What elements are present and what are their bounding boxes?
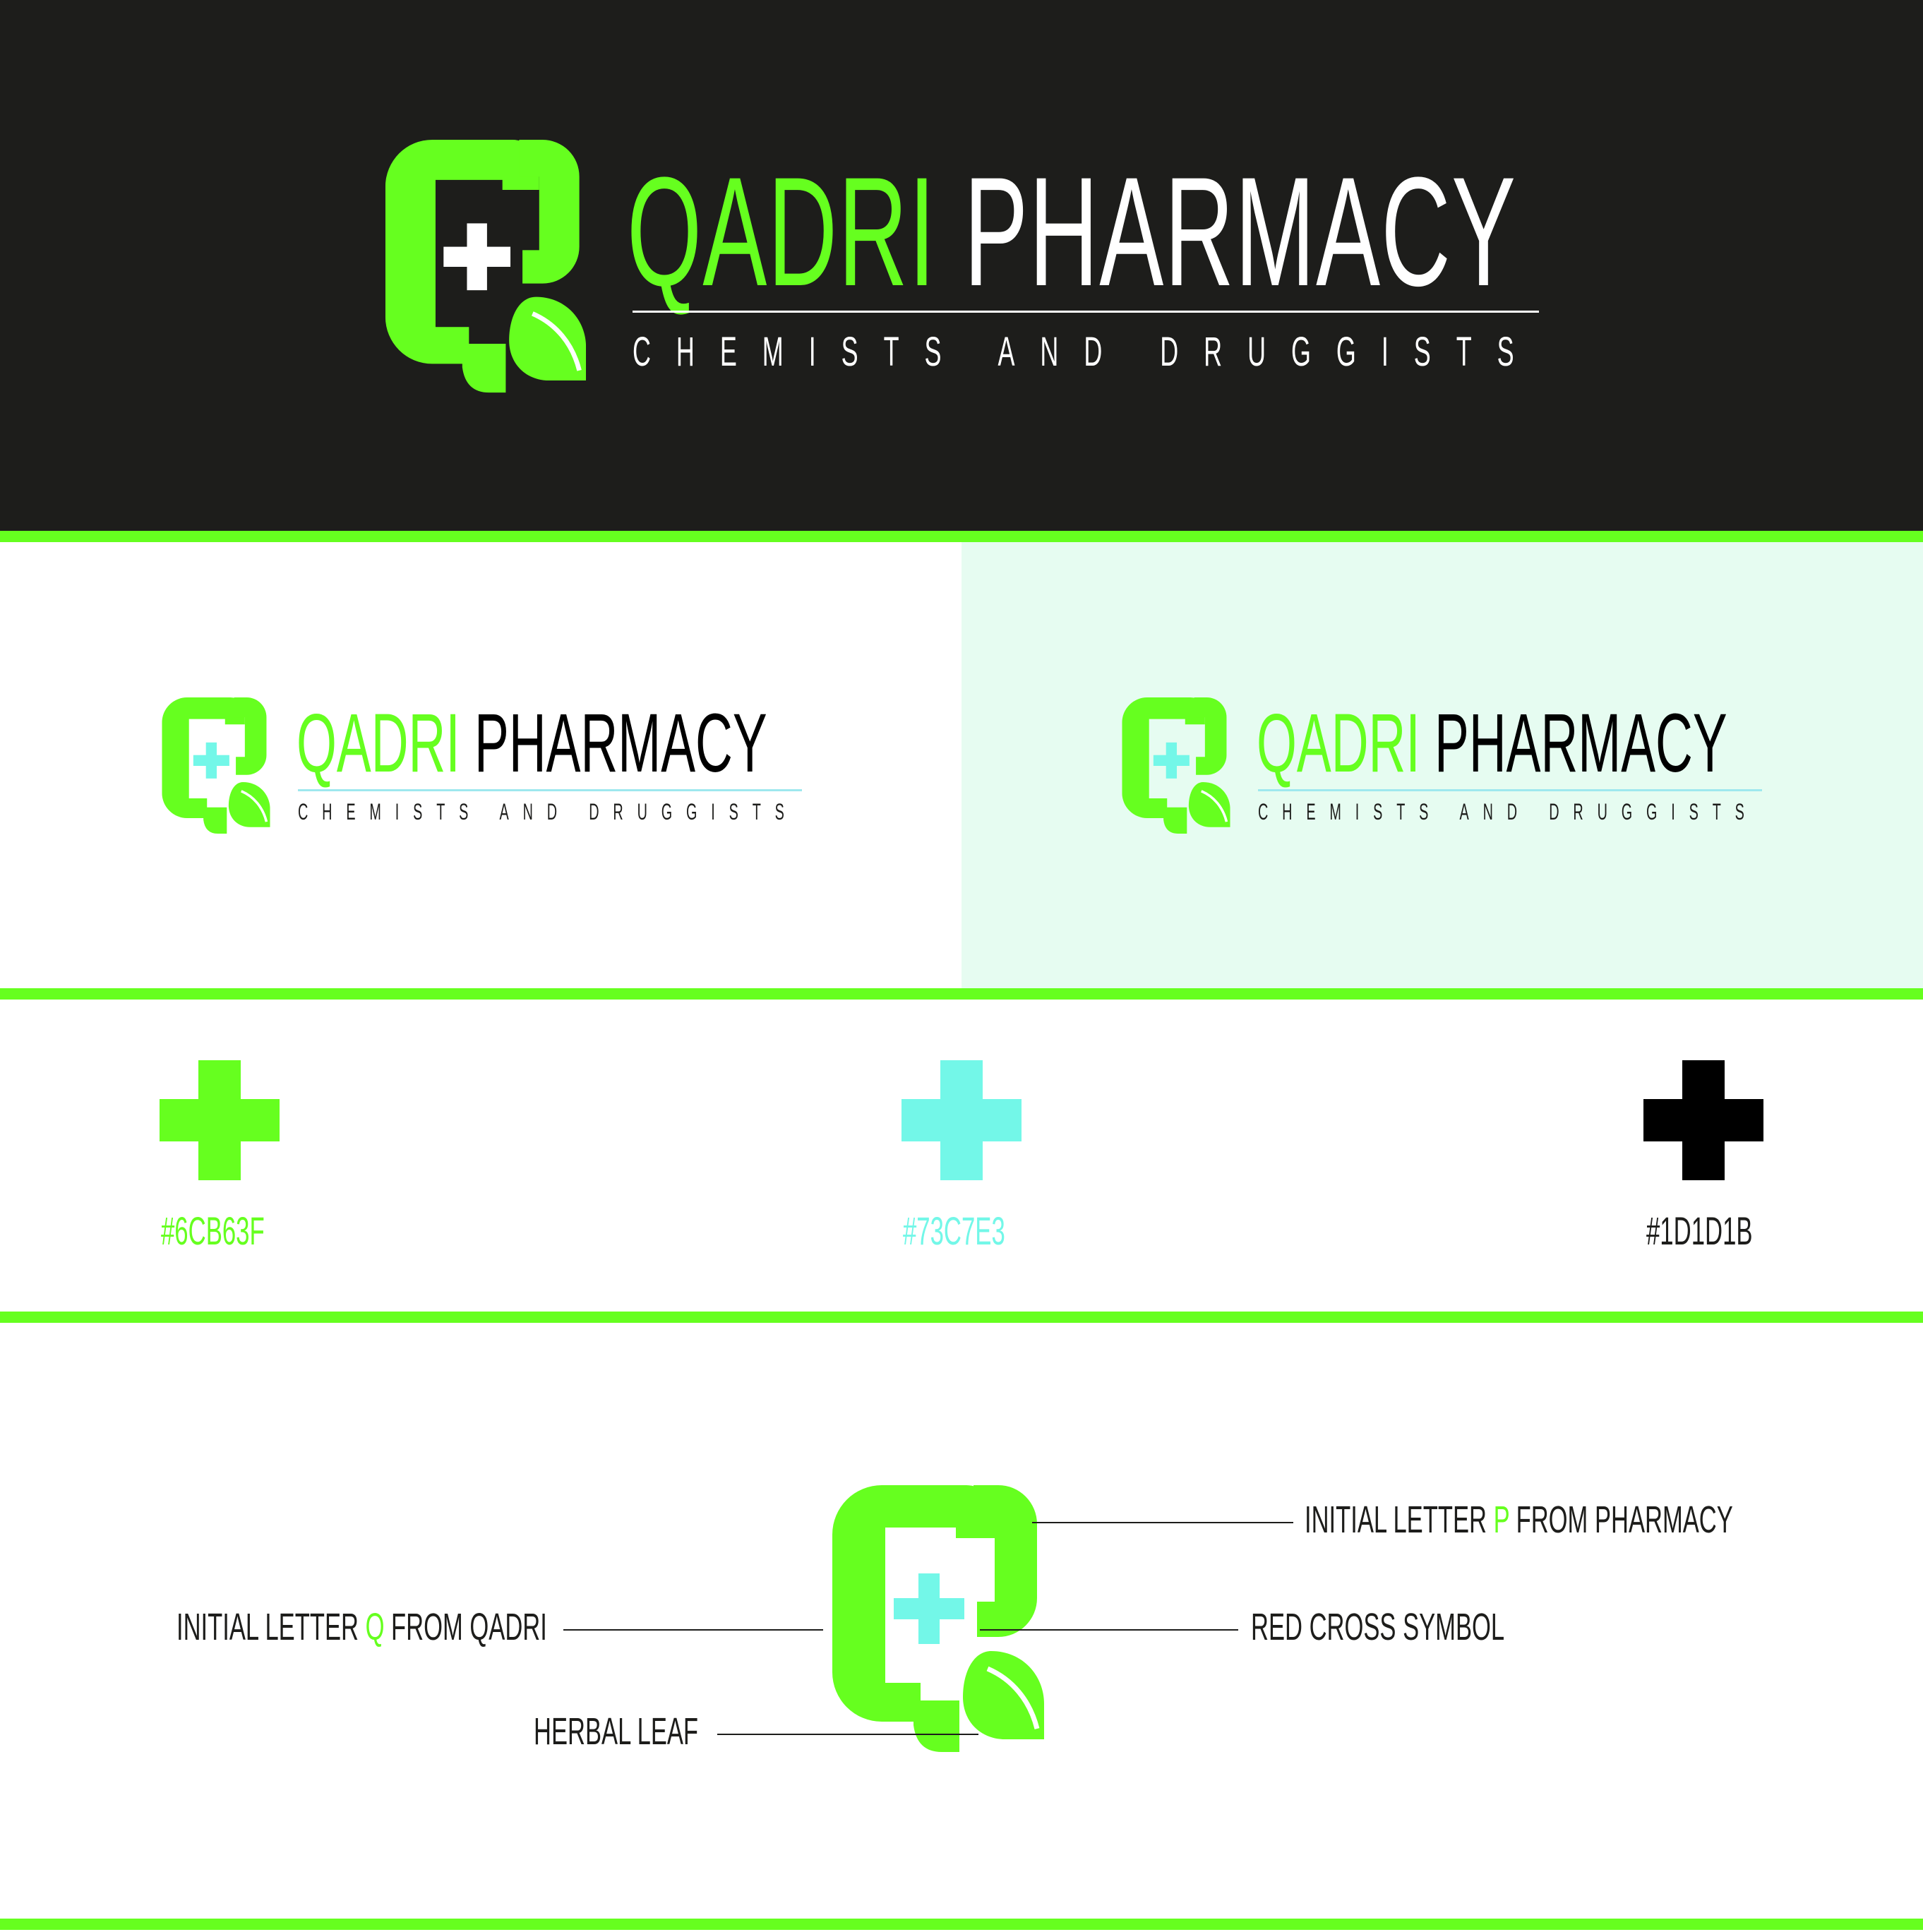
variant-tagline: CHEMISTS AND DRUGGISTS — [298, 799, 798, 824]
brand-name-part1: QADRI — [1257, 697, 1420, 790]
hero-divider — [633, 311, 1539, 313]
separator-bar — [0, 988, 1923, 1000]
brand-name-part2: PHARMACY — [964, 145, 1517, 318]
annotation-q-letter: INITIAL LETTER Q FROM QADRI — [176, 1606, 547, 1648]
annotation-p-letter: INITIAL LETTER P FROM PHARMACY — [1305, 1499, 1733, 1541]
logo-mark-icon — [827, 1485, 1049, 1753]
leader-line — [1032, 1522, 1293, 1523]
separator-bar — [0, 531, 1923, 542]
variant-divider — [298, 789, 802, 791]
annotation-leaf: HERBAL LEAF — [534, 1710, 699, 1753]
separator-bar — [0, 1312, 1923, 1323]
leader-line — [563, 1629, 823, 1631]
variant-tagline: CHEMISTS AND DRUGGISTS — [1258, 799, 1759, 824]
brand-name-part2: PHARMACY — [1434, 697, 1727, 790]
logo-mark-icon — [1120, 697, 1233, 834]
annotation-cross: RED CROSS SYMBOL — [1251, 1606, 1505, 1648]
hero-tagline: CHEMISTS AND DRUGGISTS — [633, 329, 1540, 375]
hero-banner: QADRI PHARMACY CHEMISTS AND DRUGGISTS — [0, 0, 1923, 531]
variant-brand-name: QADRI PHARMACY — [1257, 702, 1727, 785]
plus-icon — [901, 1060, 1022, 1180]
leader-line — [980, 1629, 1238, 1631]
brand-name-part1: QADRI — [296, 697, 460, 790]
logo-construction: INITIAL LETTER P FROM PHARMACY INITIAL L… — [0, 1323, 1923, 1919]
variant-brand-name: QADRI PHARMACY — [296, 702, 767, 785]
leader-line — [717, 1734, 978, 1735]
logo-variant-mint: QADRI PHARMACY CHEMISTS AND DRUGGISTS — [962, 542, 1923, 988]
swatch-hex-label: #1D1D1B — [1646, 1208, 1753, 1253]
brand-name-part2: PHARMACY — [474, 697, 767, 790]
logo-mark-icon — [380, 140, 592, 394]
swatch-hex-label: #6CB63F — [161, 1208, 265, 1253]
plus-icon — [160, 1060, 280, 1180]
separator-bar — [0, 1919, 1923, 1930]
logo-mark-icon — [160, 697, 272, 834]
variant-divider — [1258, 789, 1762, 791]
color-palette: #6CB63F #73C7E3 #1D1D1B — [0, 1000, 1923, 1312]
swatch-hex-label: #73C7E3 — [903, 1208, 1005, 1253]
plus-icon — [1643, 1060, 1763, 1180]
brand-name-part1: QADRI — [627, 145, 937, 318]
cross-icon — [443, 223, 511, 291]
logo-variant-white: QADRI PHARMACY CHEMISTS AND DRUGGISTS — [0, 542, 962, 988]
hero-brand-name: QADRI PHARMACY — [627, 154, 1516, 309]
